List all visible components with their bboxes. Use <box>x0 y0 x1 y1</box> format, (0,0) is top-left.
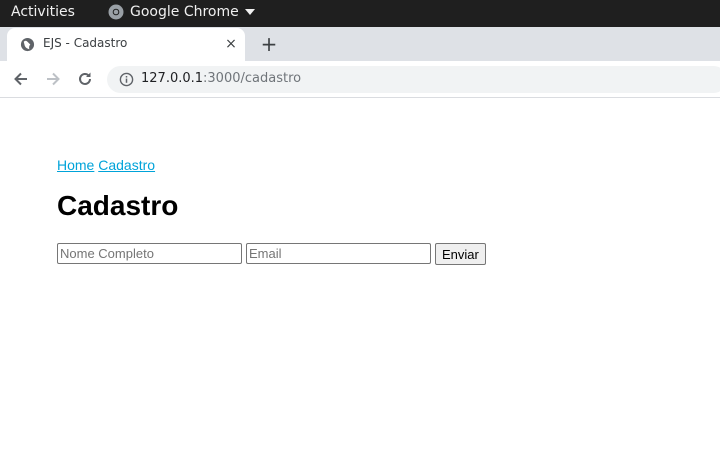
cadastro-link[interactable]: Cadastro <box>98 157 155 173</box>
new-tab-button[interactable]: + <box>259 34 279 54</box>
submit-button[interactable]: Enviar <box>435 243 486 265</box>
url-text[interactable]: 127.0.0.1:3000/cadastro <box>141 71 301 86</box>
info-icon[interactable] <box>119 72 134 87</box>
cadastro-form: Enviar <box>57 243 486 265</box>
app-menu[interactable]: Google Chrome <box>108 4 255 20</box>
tab-active[interactable]: EJS - Cadastro × <box>7 28 245 61</box>
email-input[interactable] <box>246 243 431 264</box>
name-input[interactable] <box>57 243 242 264</box>
tab-strip: EJS - Cadastro × + <box>0 27 720 61</box>
browser-toolbar: 127.0.0.1:3000/cadastro <box>0 61 720 98</box>
app-menu-label: Google Chrome <box>130 4 239 20</box>
url-host: 127.0.0.1 <box>141 71 204 86</box>
nav-links: Home Cadastro <box>57 157 155 173</box>
url-path: :3000/cadastro <box>203 71 302 86</box>
system-top-bar: Activities Google Chrome <box>0 0 720 27</box>
reload-icon[interactable] <box>75 69 95 89</box>
address-bar[interactable]: 127.0.0.1:3000/cadastro <box>107 66 720 93</box>
home-link[interactable]: Home <box>57 157 94 173</box>
forward-arrow-icon[interactable] <box>43 69 63 89</box>
tab-title: EJS - Cadastro <box>43 36 128 50</box>
back-arrow-icon[interactable] <box>11 69 31 89</box>
activities-button[interactable]: Activities <box>11 4 75 20</box>
chevron-down-icon <box>244 9 255 15</box>
globe-icon <box>20 37 35 52</box>
chrome-icon <box>108 4 124 20</box>
page-title: Cadastro <box>57 190 179 221</box>
close-icon[interactable]: × <box>223 36 239 52</box>
